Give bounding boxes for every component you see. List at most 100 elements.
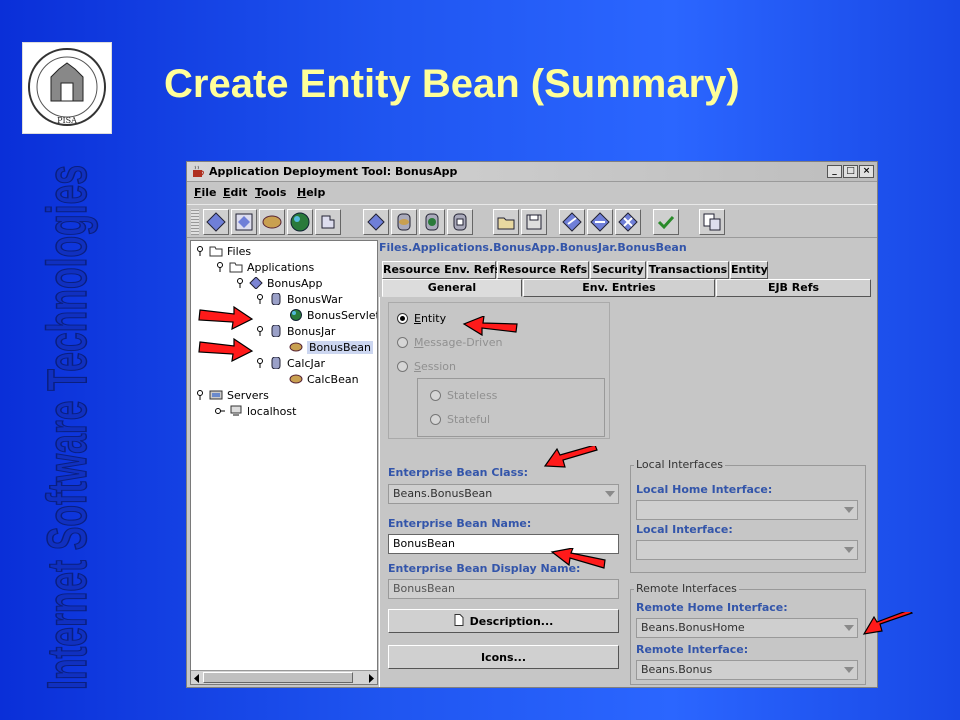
menu-edit[interactable]: Edit — [223, 186, 247, 199]
tab-general[interactable]: General — [382, 279, 522, 297]
radio-stateless[interactable]: Stateless — [430, 389, 497, 402]
side-title: Internet Software Technologies — [28, 160, 102, 700]
tree-node-applications[interactable]: Applications — [195, 259, 377, 275]
tree-horizontal-scrollbar[interactable] — [191, 670, 377, 684]
expanded-key-icon[interactable] — [195, 246, 205, 256]
add-component-button[interactable] — [363, 209, 389, 235]
maximize-button[interactable]: □ — [843, 165, 858, 178]
expanded-key-icon[interactable] — [255, 358, 265, 368]
scroll-thumb[interactable] — [203, 672, 353, 683]
tree-node-localhost[interactable]: localhost — [195, 403, 377, 419]
coffee-cup-icon — [191, 165, 205, 182]
new-bean-button[interactable] — [259, 209, 285, 235]
local-interface-select[interactable] — [636, 540, 858, 560]
expanded-key-icon[interactable] — [195, 390, 205, 400]
servers-icon — [209, 389, 223, 401]
tab-security[interactable]: Security — [590, 261, 646, 279]
folder-icon — [229, 261, 243, 273]
chevron-down-icon[interactable] — [844, 625, 854, 631]
remote-home-interface-select[interactable]: Beans.BonusHome — [636, 618, 858, 638]
tab-env-entries[interactable]: Env. Entries — [523, 279, 715, 297]
document-icon — [454, 613, 464, 629]
local-interface-label: Local Interface: — [636, 523, 733, 536]
open-folder-button[interactable] — [493, 209, 519, 235]
expanded-key-icon[interactable] — [255, 326, 265, 336]
radio-stateful[interactable]: Stateful — [430, 413, 490, 426]
new-web-component-button[interactable] — [287, 209, 313, 235]
computer-icon — [229, 405, 243, 417]
tab-transactions[interactable]: Transactions — [647, 261, 729, 279]
icons-button[interactable]: Icons... — [388, 645, 619, 669]
window-title: Application Deployment Tool: BonusApp — [209, 165, 458, 178]
toolbar-grip[interactable] — [191, 209, 199, 235]
tab-resource-env-refs[interactable]: Resource Env. Refs — [382, 261, 501, 279]
chevron-down-icon[interactable] — [844, 507, 854, 513]
chevron-down-icon[interactable] — [844, 547, 854, 553]
application-diamond-icon — [249, 276, 263, 290]
tree-node-calcbean[interactable]: CalcBean — [195, 371, 377, 387]
tab-entity[interactable]: Entity — [730, 261, 768, 279]
menu-bar: File Edit Tools Help — [187, 183, 877, 203]
chevron-down-icon[interactable] — [605, 491, 615, 497]
remote-interface-label: Remote Interface: — [636, 643, 749, 656]
update-deploy-button[interactable] — [587, 209, 613, 235]
side-title-text: Internet Software Technologies — [35, 165, 98, 690]
tab-resource-refs[interactable]: Resource Refs — [497, 261, 589, 279]
description-button[interactable]: Description... — [388, 609, 619, 633]
save-button[interactable] — [521, 209, 547, 235]
undeploy-button[interactable] — [615, 209, 641, 235]
menu-help[interactable]: Help — [297, 186, 325, 199]
expanded-key-icon[interactable] — [235, 278, 245, 288]
deployment-tool-window: Application Deployment Tool: BonusApp _ … — [186, 161, 878, 688]
local-home-interface-select[interactable] — [636, 500, 858, 520]
expanded-key-icon[interactable] — [215, 262, 225, 272]
descriptor-viewer-button[interactable] — [699, 209, 725, 235]
radio-unselected-icon[interactable] — [397, 337, 408, 348]
local-interfaces-title: Local Interfaces — [634, 458, 725, 471]
menu-tools[interactable]: Tools — [255, 186, 286, 199]
radio-entity[interactable]: Entity — [397, 312, 446, 325]
tab-ejb-refs[interactable]: EJB Refs — [716, 279, 871, 297]
radio-selected-icon[interactable] — [397, 313, 408, 324]
minimize-button[interactable]: _ — [827, 165, 842, 178]
tree-node-bonusapp[interactable]: BonusApp — [195, 275, 377, 291]
add-jar-button[interactable] — [391, 209, 417, 235]
red-arrow-icon — [550, 548, 606, 569]
radio-unselected-icon[interactable] — [430, 414, 441, 425]
add-client-jar-button[interactable] — [447, 209, 473, 235]
chevron-down-icon[interactable] — [844, 667, 854, 673]
bean-icon — [289, 373, 303, 385]
new-component-button[interactable] — [231, 209, 257, 235]
jar-icon — [269, 356, 283, 370]
radio-session[interactable]: Session — [397, 360, 456, 373]
deploy-button[interactable] — [559, 209, 585, 235]
verify-button[interactable] — [653, 209, 679, 235]
remote-home-interface-label: Remote Home Interface: — [636, 601, 788, 614]
ejb-class-label: Enterprise Bean Class: — [388, 466, 529, 479]
tree-node-files[interactable]: Files — [195, 243, 377, 259]
radio-unselected-icon[interactable] — [397, 361, 408, 372]
radio-unselected-icon[interactable] — [430, 390, 441, 401]
window-titlebar[interactable]: Application Deployment Tool: BonusApp _ … — [187, 162, 877, 182]
svg-text:PISA: PISA — [57, 116, 77, 125]
new-application-button[interactable] — [203, 209, 229, 235]
collapsed-key-icon[interactable] — [215, 406, 225, 416]
globe-icon — [289, 309, 303, 321]
slide-title: Create Entity Bean (Summary) — [164, 62, 740, 106]
remote-interfaces-title: Remote Interfaces — [634, 582, 739, 595]
red-arrow-icon — [462, 316, 518, 337]
new-client-button[interactable] — [315, 209, 341, 235]
folder-icon — [209, 245, 223, 257]
tree-node-servers[interactable]: Servers — [195, 387, 377, 403]
add-war-button[interactable] — [419, 209, 445, 235]
scroll-left-icon[interactable] — [193, 673, 201, 684]
ejb-class-select[interactable]: Beans.BonusBean — [388, 484, 619, 504]
close-button[interactable]: × — [859, 165, 874, 178]
jar-icon — [269, 324, 283, 338]
scroll-right-icon[interactable] — [367, 673, 375, 684]
bean-icon — [289, 341, 303, 353]
ejb-display-name-field[interactable]: BonusBean — [388, 579, 619, 599]
expanded-key-icon[interactable] — [255, 294, 265, 304]
remote-interface-select[interactable]: Beans.Bonus — [636, 660, 858, 680]
menu-file[interactable]: File — [194, 186, 217, 199]
